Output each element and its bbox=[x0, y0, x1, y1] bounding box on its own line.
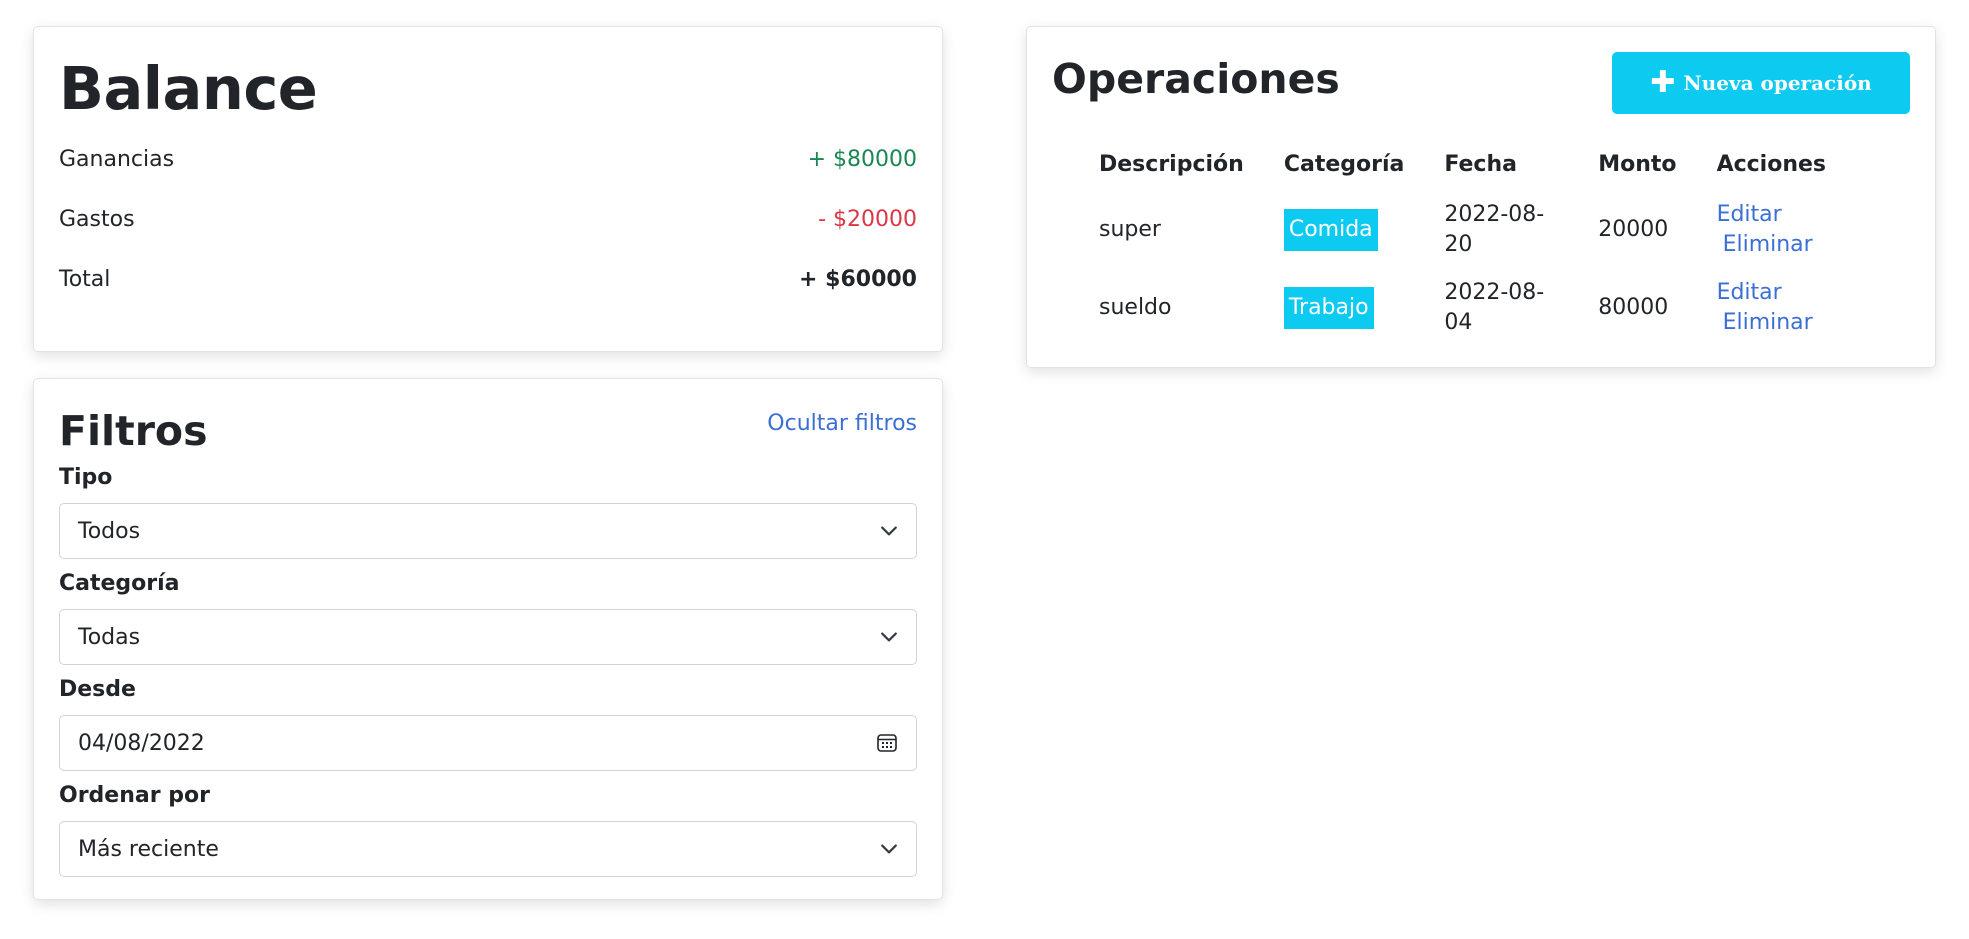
chevron-down-icon bbox=[881, 526, 897, 536]
col-category: Categoría bbox=[1283, 152, 1405, 177]
type-select[interactable]: Todos bbox=[59, 503, 917, 559]
edit-link[interactable]: Editar bbox=[1717, 202, 1782, 227]
plus-icon: ✚ bbox=[1650, 65, 1676, 100]
operations-card: Operaciones ✚ Nueva operación Descripció… bbox=[1026, 26, 1936, 368]
row-actions: Editar Eliminar bbox=[1717, 278, 1910, 356]
expenses-value: - $20000 bbox=[818, 207, 917, 232]
income-label: Ganancias bbox=[59, 147, 175, 172]
type-label: Tipo bbox=[59, 465, 113, 490]
row-date: 2022-08-04 bbox=[1444, 280, 1545, 335]
delete-link[interactable]: Eliminar bbox=[1723, 232, 1813, 257]
category-select-value: Todas bbox=[78, 624, 141, 650]
balance-title: Balance bbox=[59, 54, 318, 123]
row-date: 2022-08-20 bbox=[1444, 202, 1545, 257]
table-row: super Comida 2022-08-20 20000 Editar Eli… bbox=[1099, 200, 1910, 278]
balance-row-income: Ganancias + $80000 bbox=[59, 145, 917, 175]
type-select-value: Todos bbox=[78, 518, 141, 544]
filters-title: Filtros bbox=[59, 407, 208, 455]
col-description: Descripción bbox=[1099, 152, 1244, 177]
income-value: + $80000 bbox=[807, 147, 917, 172]
new-operation-button[interactable]: ✚ Nueva operación bbox=[1612, 52, 1910, 114]
filters-card: Filtros Ocultar filtros Tipo Todos Categ… bbox=[33, 378, 943, 900]
calendar-icon[interactable] bbox=[876, 732, 898, 754]
sort-select-value: Más reciente bbox=[78, 836, 219, 862]
sort-label: Ordenar por bbox=[59, 783, 210, 808]
filters-header: Filtros Ocultar filtros bbox=[59, 405, 917, 457]
col-amount: Monto bbox=[1598, 152, 1677, 177]
total-label: Total bbox=[59, 267, 111, 292]
expenses-label: Gastos bbox=[59, 207, 135, 232]
row-actions: Editar Eliminar bbox=[1717, 200, 1910, 278]
category-label: Categoría bbox=[59, 571, 180, 596]
new-operation-label: Nueva operación bbox=[1683, 71, 1872, 95]
chevron-down-icon bbox=[881, 844, 897, 854]
operations-header: Operaciones ✚ Nueva operación bbox=[1052, 52, 1910, 114]
row-description: super bbox=[1099, 217, 1161, 242]
balance-row-expenses: Gastos - $20000 bbox=[59, 205, 917, 235]
chevron-down-icon bbox=[881, 632, 897, 642]
row-description: sueldo bbox=[1099, 295, 1172, 320]
from-date-value: 04/08/2022 bbox=[78, 730, 205, 756]
operations-title: Operaciones bbox=[1052, 55, 1340, 103]
category-badge: Comida bbox=[1283, 209, 1378, 251]
table-row: sueldo Trabajo 2022-08-04 80000 Editar E… bbox=[1099, 278, 1910, 356]
from-date-label: Desde bbox=[59, 677, 136, 702]
operations-table: Descripción Categoría Fecha Monto Accion… bbox=[1099, 150, 1910, 356]
balance-row-total: Total + $60000 bbox=[59, 265, 917, 295]
row-amount: 80000 bbox=[1598, 295, 1669, 320]
total-value: + $60000 bbox=[799, 267, 917, 292]
category-select[interactable]: Todas bbox=[59, 609, 917, 665]
col-date: Fecha bbox=[1444, 152, 1517, 177]
balance-card: Balance Ganancias + $80000 Gastos - $200… bbox=[33, 26, 943, 352]
table-header-row: Descripción Categoría Fecha Monto Accion… bbox=[1099, 150, 1910, 200]
delete-link[interactable]: Eliminar bbox=[1723, 310, 1813, 335]
sort-select[interactable]: Más reciente bbox=[59, 821, 917, 877]
col-actions: Acciones bbox=[1716, 152, 1827, 177]
from-date-input[interactable]: 04/08/2022 bbox=[59, 715, 917, 771]
row-amount: 20000 bbox=[1598, 217, 1669, 242]
category-badge: Trabajo bbox=[1283, 287, 1374, 329]
hide-filters-link[interactable]: Ocultar filtros bbox=[767, 409, 917, 439]
edit-link[interactable]: Editar bbox=[1717, 280, 1782, 305]
